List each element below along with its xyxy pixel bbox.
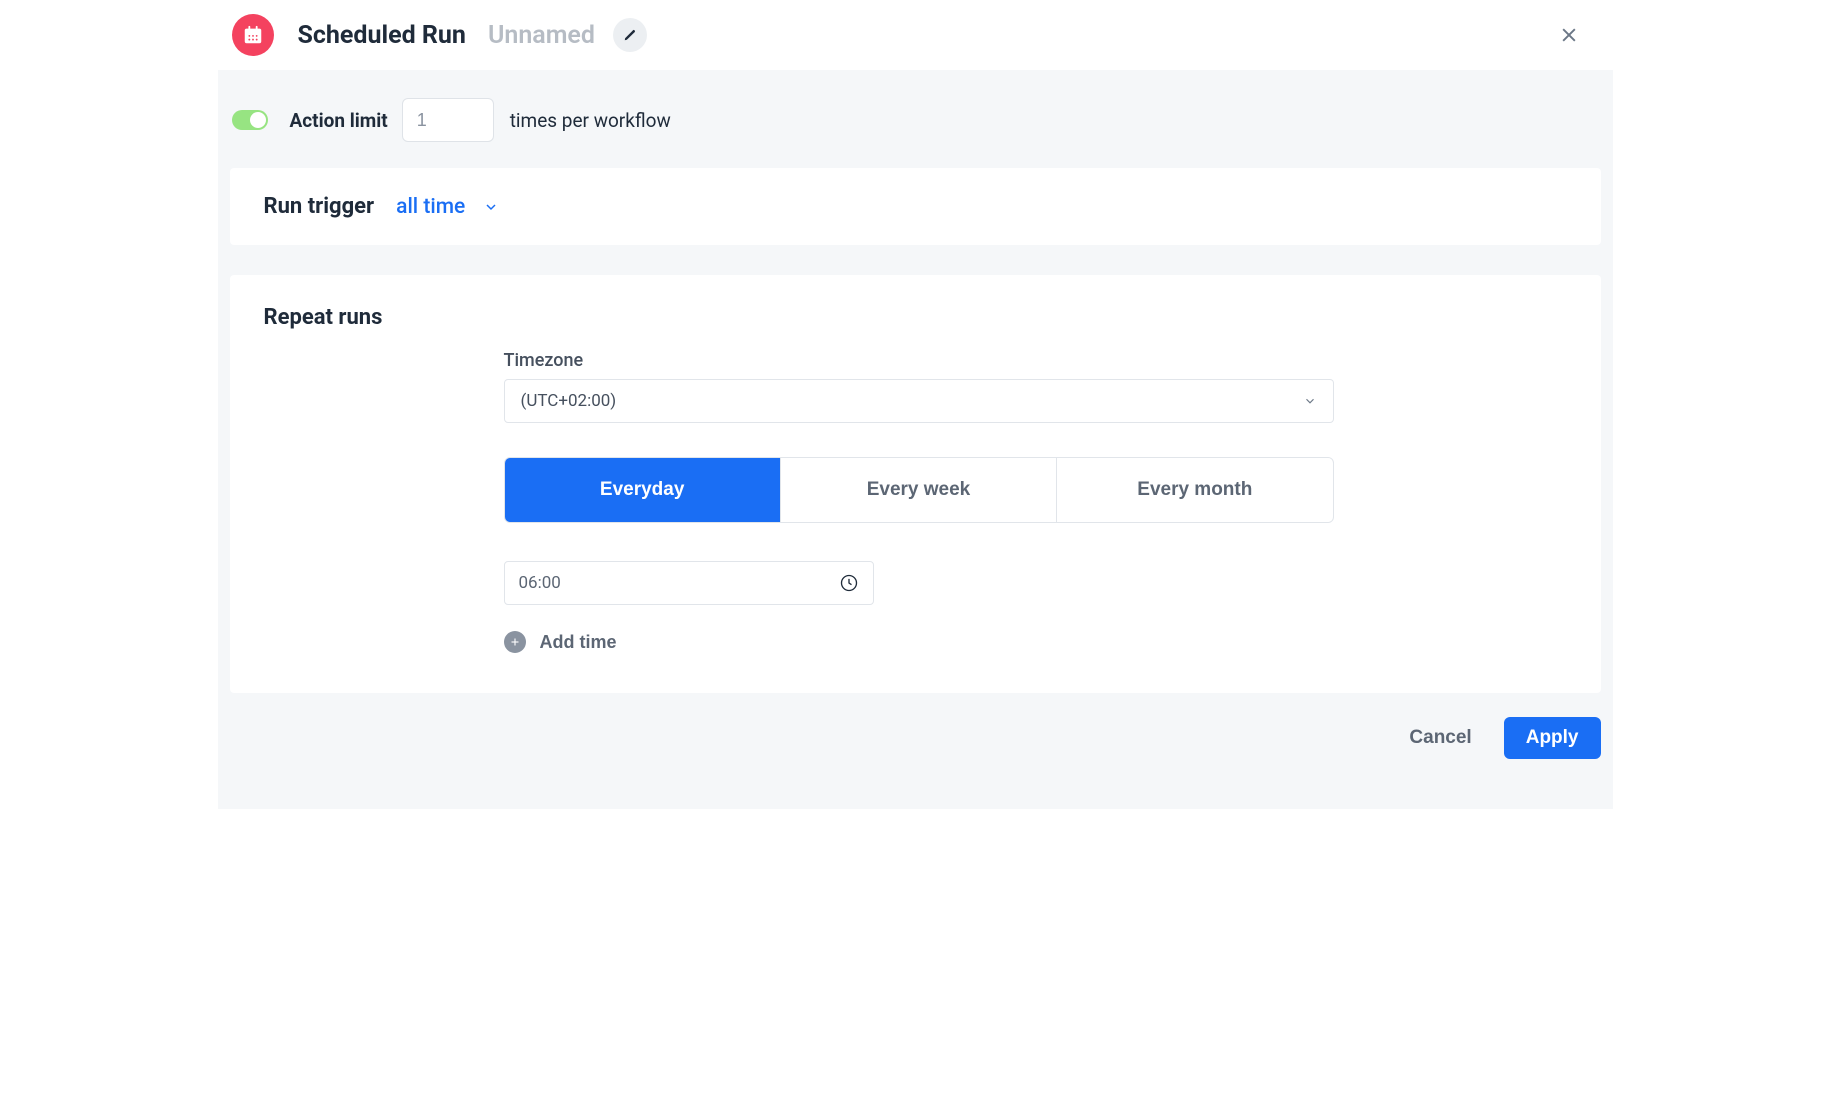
apply-button[interactable]: Apply: [1504, 717, 1601, 759]
add-time-button[interactable]: Add time: [504, 631, 617, 653]
repeat-runs-title: Repeat runs: [264, 305, 1567, 330]
scheduled-run-icon: [232, 14, 274, 56]
page-title: Scheduled Run: [298, 21, 466, 50]
add-time-label: Add time: [540, 632, 617, 653]
plus-icon: [504, 631, 526, 653]
action-limit-input[interactable]: [402, 98, 494, 142]
run-trigger-label: Run trigger: [264, 194, 375, 219]
pencil-icon: [623, 28, 637, 42]
timezone-label: Timezone: [504, 350, 1334, 371]
chevron-down-icon: [483, 199, 499, 215]
clock-icon: [839, 573, 859, 593]
action-limit-suffix: times per workflow: [510, 109, 671, 132]
tab-everyday[interactable]: Everyday: [505, 458, 780, 522]
run-trigger-select[interactable]: all time: [396, 195, 499, 219]
run-trigger-value: all time: [396, 195, 465, 219]
close-button[interactable]: [1549, 15, 1589, 55]
tab-every-week[interactable]: Every week: [780, 458, 1056, 522]
action-limit-label: Action limit: [290, 109, 388, 132]
time-input[interactable]: 06:00: [504, 561, 874, 605]
timezone-value: (UTC+02:00): [521, 391, 617, 411]
chevron-down-icon: [1303, 394, 1317, 408]
cancel-button[interactable]: Cancel: [1391, 717, 1489, 759]
time-value: 06:00: [519, 573, 561, 593]
timezone-select[interactable]: (UTC+02:00): [504, 379, 1334, 423]
action-limit-toggle[interactable]: [232, 110, 268, 130]
edit-name-button[interactable]: [613, 18, 647, 52]
close-icon: [1559, 25, 1579, 45]
run-name: Unnamed: [488, 21, 595, 50]
tab-every-month[interactable]: Every month: [1056, 458, 1332, 522]
